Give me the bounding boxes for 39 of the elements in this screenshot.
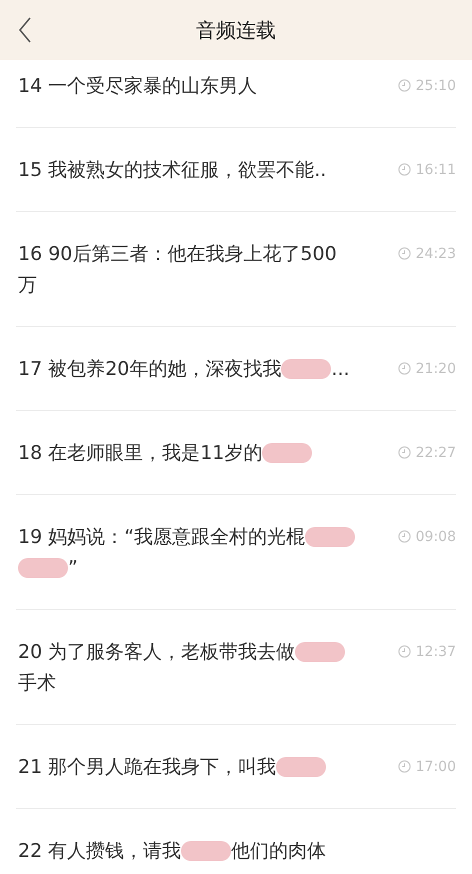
redaction-mark <box>262 442 312 462</box>
episode-title[interactable]: 17 被包养20年的她，深夜找我 <box>18 356 282 382</box>
episode-title[interactable]: 21 那个男人跪在我身下，叫我 <box>18 754 276 780</box>
episode-title[interactable]: ... <box>331 358 350 380</box>
duration-label: 09:08 <box>416 528 456 544</box>
episode-title[interactable]: 20 为了服务客人，老板带我去做 <box>18 638 296 664</box>
redaction-mark <box>281 358 332 378</box>
clock-icon <box>398 645 411 658</box>
duration-label: 16:11 <box>416 162 456 178</box>
clock-icon <box>398 362 411 375</box>
episode-title[interactable]: 18 在老师眼里，我是11岁的 <box>18 440 262 466</box>
page-title: 音频连载 <box>196 16 276 44</box>
clock-icon <box>398 163 411 176</box>
clock-icon <box>398 530 411 543</box>
redaction-mark <box>295 642 346 662</box>
duration-label: 21:20 <box>416 360 456 376</box>
episode-title[interactable]: ” <box>68 556 78 578</box>
clock-icon <box>398 446 411 459</box>
duration-label: 22:27 <box>416 444 456 460</box>
duration-label: 24:23 <box>416 246 456 262</box>
episode-title[interactable]: 19 妈妈说：“我愿意跟全村的光棍 <box>18 524 306 550</box>
episode-title[interactable]: 15 我被熟女的技术征服，欲罢不能.. <box>18 156 326 182</box>
episode-title[interactable]: 手术 <box>18 670 56 696</box>
redaction-mark <box>18 558 68 578</box>
clock-icon <box>398 760 411 773</box>
episode-title[interactable]: 14 一个受尽家暴的山东男人 <box>18 72 258 98</box>
episode-title[interactable]: 他们的肉体 <box>231 838 326 864</box>
redaction-mark <box>181 840 232 860</box>
redaction-mark <box>276 756 326 776</box>
episode-title[interactable]: 22 有人攒钱，请我 <box>18 838 182 864</box>
clock-icon <box>398 247 411 260</box>
duration-label: 12:37 <box>416 644 456 660</box>
back-icon[interactable] <box>18 17 32 43</box>
episode-title[interactable]: 16 90后第三者：他在我身上花了500 <box>18 240 337 266</box>
episode-title[interactable]: 万 <box>18 272 37 298</box>
redaction-mark <box>305 526 356 546</box>
duration-label: 25:10 <box>416 78 456 94</box>
clock-icon <box>398 79 411 92</box>
duration-label: 17:00 <box>416 758 456 774</box>
